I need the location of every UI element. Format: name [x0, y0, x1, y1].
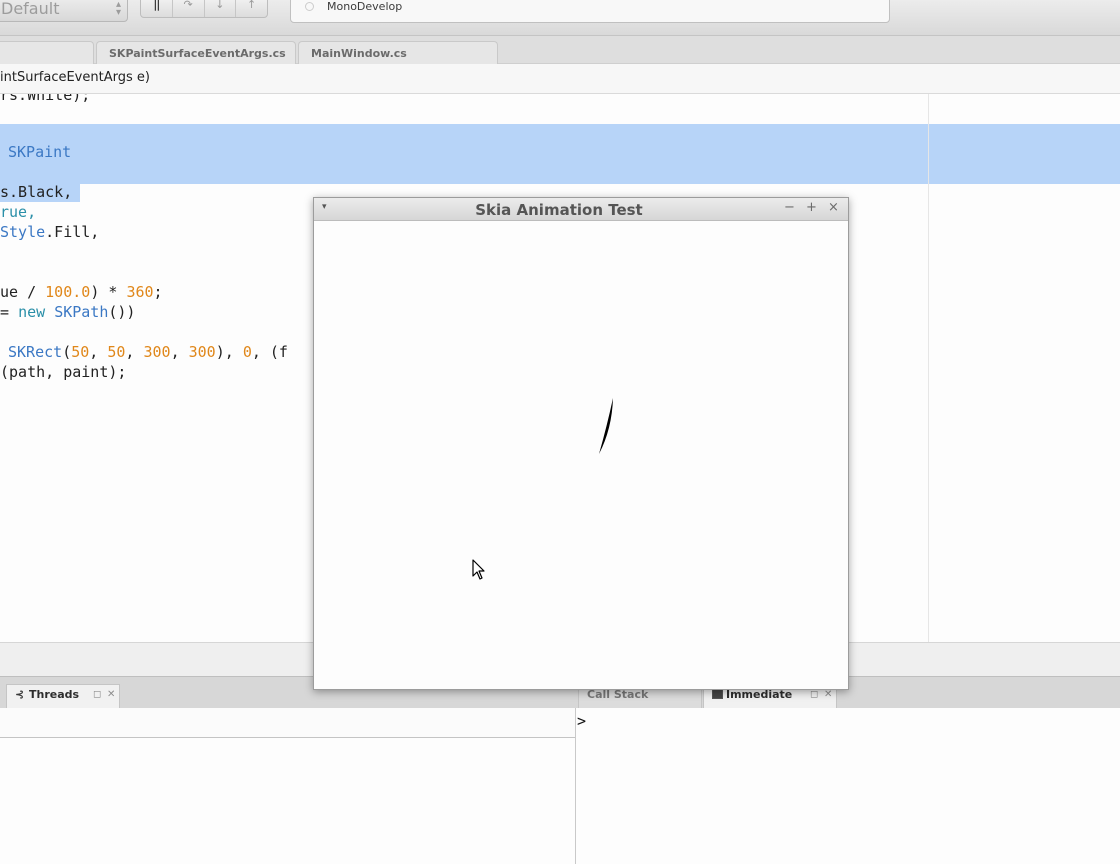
status-area: MonoDevelop [290, 0, 890, 23]
code-line: (path, paint); [0, 363, 127, 381]
status-icon [305, 2, 314, 11]
main-toolbar: Default ▴ ▾ || ↷ ↓ ↑ MonoDevelop [0, 0, 1120, 36]
tab-threads[interactable]: ⊰ Threads ◻ ✕ [6, 684, 120, 708]
close-icon[interactable]: ✕ [107, 689, 115, 700]
animated-arc-shape [599, 398, 613, 454]
step-over-icon[interactable]: ↷ [173, 0, 205, 17]
code-line: s.Black, [0, 183, 73, 201]
threads-icon: ⊰ [15, 688, 25, 701]
pin-icon[interactable]: ◻ [93, 689, 101, 700]
configuration-value: Default [1, 0, 60, 18]
threads-list-header [0, 708, 575, 738]
mouse-cursor-icon [472, 559, 485, 580]
pin-icon[interactable]: ◻ [810, 689, 818, 700]
pad-splitter[interactable] [575, 708, 576, 864]
path-bar-member: intSurfaceEventArgs e) [0, 70, 150, 85]
tab-skpaintsurfaceeventargs[interactable]: SKPaintSurfaceEventArgs.cs [96, 41, 296, 64]
chevron-updown-icon: ▴ ▾ [115, 0, 121, 18]
code-line: rs.White); [0, 94, 91, 104]
code-line: = new SKPath()) [0, 303, 136, 321]
close-icon[interactable]: ✕ [824, 689, 832, 700]
window-titlebar[interactable]: ▾ Skia Animation Test − + × [314, 198, 848, 221]
selection-highlight [0, 124, 1120, 184]
step-out-icon[interactable]: ↑ [236, 0, 267, 17]
close-icon[interactable]: × [828, 200, 839, 215]
code-line: rue, [0, 203, 37, 221]
pause-icon[interactable]: || [141, 0, 173, 17]
step-into-icon[interactable]: ↓ [205, 0, 237, 17]
immediate-prompt[interactable]: > [577, 712, 586, 730]
skia-canvas [599, 398, 613, 454]
skia-animation-window[interactable]: ▾ Skia Animation Test − + × [313, 197, 849, 690]
code-line: SKPaint [8, 143, 72, 161]
tab-threads-label: Threads [29, 688, 80, 701]
status-text: MonoDevelop [327, 0, 403, 13]
tab-mainwindow[interactable]: MainWindow.cs [298, 41, 498, 64]
tab-document-0[interactable] [0, 41, 94, 64]
code-line: ue / 100.0) * 360; [0, 283, 163, 301]
path-bar[interactable]: intSurfaceEventArgs e) [0, 64, 1120, 94]
code-line: Style.Fill, [0, 223, 100, 241]
terminal-icon [712, 689, 723, 699]
configuration-select[interactable]: Default ▴ ▾ [0, 0, 128, 22]
debug-button-group: || ↷ ↓ ↑ [140, 0, 268, 18]
document-tab-bar: SKPaintSurfaceEventArgs.cs MainWindow.cs [0, 36, 1120, 64]
code-line: SKRect(50, 50, 300, 300), 0, (f [8, 343, 288, 361]
bottom-pads: ⊰ Threads ◻ ✕ Call Stack Immediate ◻ ✕ > [0, 676, 1120, 864]
column-ruler [928, 94, 929, 642]
minimize-icon[interactable]: − [784, 200, 795, 215]
window-title: Skia Animation Test [475, 201, 643, 219]
maximize-icon[interactable]: + [806, 200, 817, 215]
